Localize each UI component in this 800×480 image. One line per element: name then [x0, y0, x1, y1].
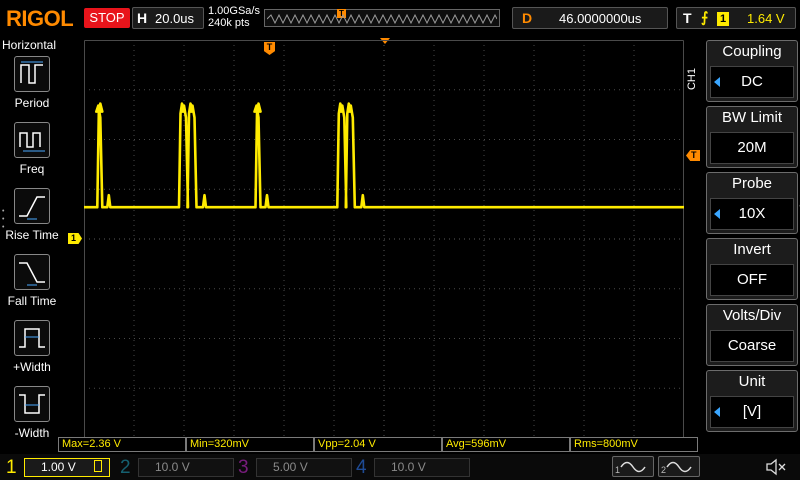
channel-number: 3 [238, 457, 249, 478]
source-2-button[interactable]: 2 [658, 456, 700, 477]
sine-wave-2-icon: 2 [661, 461, 692, 475]
channel-menu-tab: CH1 [686, 68, 698, 91]
delay-display[interactable]: D 46.0000000us [512, 7, 668, 29]
trigger-source: 1 [717, 12, 729, 26]
left-arrow-icon [714, 77, 720, 87]
menu-value-text: 10X [738, 205, 766, 222]
measurement-rms[interactable]: Rms=800mV [570, 437, 698, 452]
channel-number: 1 [6, 457, 17, 478]
menu-item-title: Coupling [722, 43, 782, 60]
channel-scale: 10.0 V [374, 458, 470, 477]
menu-item-value[interactable]: OFF [710, 264, 794, 296]
sample-rate: 1.00GSa/s [208, 5, 260, 17]
measure-label: +Width [13, 360, 51, 374]
menu-probe[interactable]: Probe 10X ● [706, 172, 800, 234]
trigger-key: T [683, 10, 692, 26]
measure-negative-width[interactable]: -Width [4, 386, 60, 448]
trigger-level-marker[interactable]: T [686, 150, 700, 161]
menu-item-title: BW Limit [722, 109, 782, 126]
menu-item-value[interactable]: [V] [710, 396, 794, 428]
horizontal-key: H [137, 10, 148, 26]
channel-number: 2 [120, 457, 131, 478]
rising-edge-icon: ⨍ [701, 9, 709, 25]
left-arrow-icon [714, 209, 720, 219]
measurement-bar: Max=2.36 V Min=320mV Vpp=2.04 V Avg=596m… [58, 437, 698, 452]
channel-status-bar: 1 1.00 V 2 10.0 V 3 5.00 V 4 10.0 V 1 2 [0, 454, 800, 480]
memory-overview-strip: T [264, 9, 500, 27]
svg-text:1: 1 [615, 465, 620, 475]
measurement-avg[interactable]: Avg=596mV [442, 437, 570, 452]
sine-wave-1-icon: 1 [615, 461, 646, 475]
channel-number: 4 [356, 457, 367, 478]
menu-bw-limit[interactable]: BW Limit 20M [706, 106, 798, 168]
measure-frequency[interactable]: Freq [4, 122, 60, 184]
timebase-value: 20.0us [155, 11, 195, 26]
measure-positive-width[interactable]: +Width [4, 320, 60, 382]
svg-text:2: 2 [661, 465, 666, 475]
measurement-max[interactable]: Max=2.36 V [58, 437, 186, 452]
menu-item-title: Volts/Div [722, 307, 782, 324]
dc-coupling-icon [94, 460, 102, 472]
graticule [84, 40, 684, 438]
memory-depth: 240k pts [208, 17, 250, 29]
measure-period[interactable]: Period [4, 56, 60, 118]
period-icon [14, 56, 50, 92]
menu-coupling[interactable]: Coupling DC [706, 40, 798, 102]
menu-volts-div[interactable]: Volts/Div Coarse [706, 304, 798, 366]
measurement-min[interactable]: Min=320mV [186, 437, 314, 452]
menu-value-text: OFF [737, 271, 767, 288]
acquisition-info: 1.00GSa/s 240k pts [208, 5, 260, 29]
speaker-muted-icon[interactable] [764, 457, 788, 477]
brand-logo: RIGOL [6, 6, 74, 31]
source-1-button[interactable]: 1 [612, 456, 654, 477]
measure-label: Freq [19, 162, 45, 176]
channel-menu: Coupling DC BW Limit 20M Probe 10X ● Inv… [702, 40, 800, 436]
measure-rise-time[interactable]: Rise Time [4, 188, 60, 250]
measure-label: -Width [14, 426, 50, 440]
menu-unit[interactable]: Unit [V] [706, 370, 798, 432]
delay-key: D [522, 10, 533, 26]
fall-time-icon [14, 254, 50, 290]
menu-value-text: Coarse [727, 337, 777, 354]
run-stop-status[interactable]: STOP [84, 8, 130, 28]
menu-value-text: DC [741, 73, 763, 90]
menu-item-value[interactable]: 20M [710, 132, 794, 164]
measure-label: Fall Time [7, 294, 57, 308]
horizontal-timebase[interactable]: H 20.0us [132, 7, 204, 29]
measure-label: Period [14, 96, 50, 110]
menu-item-title: Probe [731, 175, 773, 192]
menu-item-title: Invert [733, 241, 771, 258]
left-arrow-icon [714, 407, 720, 417]
delay-value: 46.0000000us [559, 11, 642, 26]
measure-fall-time[interactable]: Fall Time [4, 254, 60, 316]
menu-value-text: [V] [742, 403, 762, 420]
positive-width-icon [14, 320, 50, 356]
rise-time-icon [14, 188, 50, 224]
menu-item-value[interactable]: 10X [710, 198, 794, 230]
channel-scale: 10.0 V [138, 458, 234, 477]
negative-width-icon [14, 386, 50, 422]
channel-scale: 5.00 V [256, 458, 352, 477]
ch1-offset-marker[interactable]: 1 [68, 233, 82, 244]
menu-invert[interactable]: Invert OFF [706, 238, 798, 300]
trigger-level: 1.64 V [747, 11, 785, 26]
menu-value-text: 20M [737, 139, 767, 156]
menu-item-value[interactable]: Coarse [710, 330, 794, 362]
top-status-bar: RIGOL STOP H 20.0us 1.00GSa/s 240k pts T… [0, 0, 800, 36]
measurement-vpp[interactable]: Vpp=2.04 V [314, 437, 442, 452]
measure-panel: Horizontal • • • Period Freq Rise Time Fal… [0, 36, 62, 456]
measure-label: Rise Time [5, 228, 59, 242]
memory-wave-icon [267, 14, 497, 24]
waveform-grid[interactable] [84, 40, 684, 438]
frequency-icon [14, 122, 50, 158]
measure-panel-title: Horizontal [2, 38, 57, 52]
menu-item-title: Unit [738, 373, 766, 390]
trigger-display[interactable]: T ⨍ 1 1.64 V [676, 7, 796, 29]
menu-item-value[interactable]: DC [710, 66, 794, 98]
